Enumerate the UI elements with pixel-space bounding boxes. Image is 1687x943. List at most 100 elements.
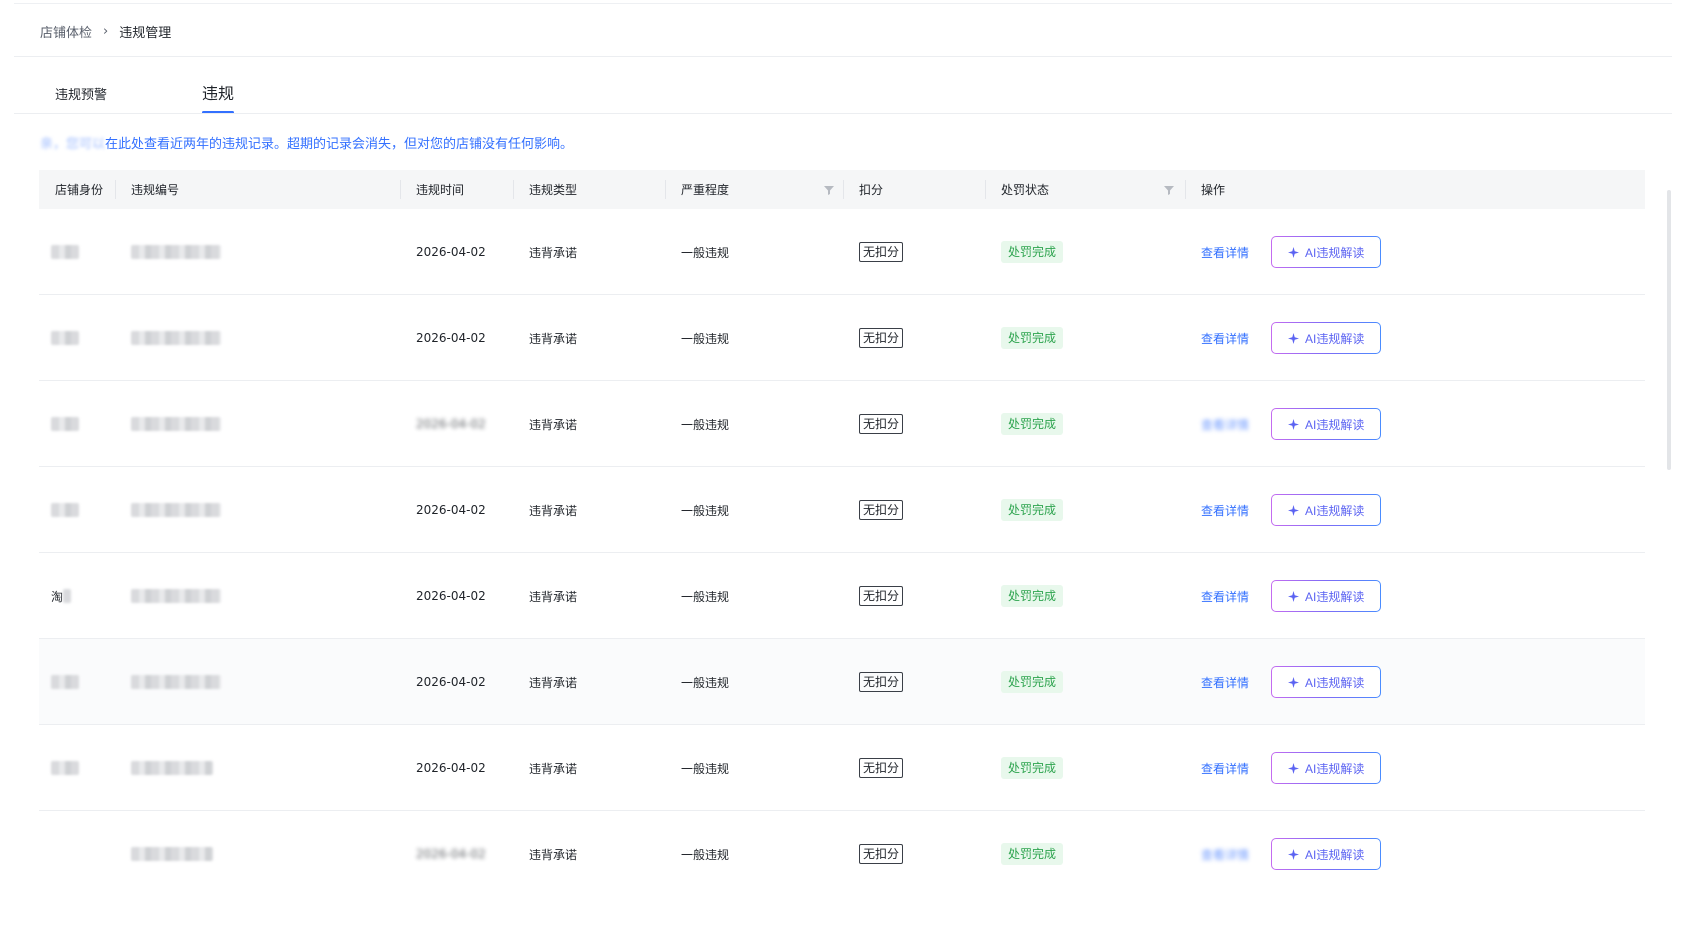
deduct-badge: 无扣分 bbox=[859, 672, 904, 692]
cell-status: 处罚完成 bbox=[1001, 553, 1064, 639]
cell-violation-time: 2026-04-02 bbox=[416, 589, 486, 603]
col-violation-type: 违规类型 bbox=[513, 170, 665, 209]
view-detail-link[interactable]: 查看详情 bbox=[1201, 502, 1249, 519]
tab-violation-warning[interactable]: 违规预警 bbox=[55, 80, 202, 114]
cell-actions: 查看详情 AI违规解读 bbox=[1201, 553, 1381, 639]
cell-actions: 查看详情 AI违规解读 bbox=[1201, 811, 1381, 897]
col-actions: 操作 bbox=[1185, 170, 1645, 209]
breadcrumb-divider bbox=[14, 56, 1672, 57]
notice-text: 在此处查看近两年的违规记录。超期的记录会消失，但对您的店铺没有任何影响。 bbox=[105, 137, 574, 152]
col-shop-identity: 店铺身份 bbox=[55, 183, 104, 197]
ai-interpret-button[interactable]: AI违规解读 bbox=[1271, 494, 1381, 526]
cell-shop-identity bbox=[51, 725, 79, 811]
cell-violation-time: 2026-04-02 bbox=[416, 417, 486, 431]
cell-deduct: 无扣分 bbox=[859, 639, 904, 725]
cell-severity: 一般违规 bbox=[681, 761, 730, 776]
cell-violation-id bbox=[131, 467, 221, 553]
col-severity: 严重程度 bbox=[665, 170, 843, 209]
status-badge: 处罚完成 bbox=[1001, 585, 1064, 607]
cell-actions: 查看详情 AI违规解读 bbox=[1201, 467, 1381, 553]
cell-actions: 查看详情 AI违规解读 bbox=[1201, 295, 1381, 381]
cell-violation-time: 2026-04-02 bbox=[416, 245, 486, 259]
view-detail-link[interactable]: 查看详情 bbox=[1201, 244, 1249, 261]
cell-deduct: 无扣分 bbox=[859, 553, 904, 639]
sparkle-icon bbox=[1288, 246, 1300, 258]
cell-status: 处罚完成 bbox=[1001, 295, 1064, 381]
ai-interpret-button[interactable]: AI违规解读 bbox=[1271, 408, 1381, 440]
cell-deduct: 无扣分 bbox=[859, 725, 904, 811]
cell-deduct: 无扣分 bbox=[859, 811, 904, 897]
view-detail-link[interactable]: 查看详情 bbox=[1201, 674, 1249, 691]
filter-icon[interactable] bbox=[1163, 184, 1175, 196]
ai-interpret-button[interactable]: AI违规解读 bbox=[1271, 580, 1381, 612]
filter-icon[interactable] bbox=[823, 184, 835, 196]
cell-shop-identity: 淘 bbox=[51, 553, 72, 639]
chevron-right-icon: › bbox=[103, 23, 109, 39]
table-header: 店铺身份 违规编号 违规时间 违规类型 严重程度 扣分 处罚状态 操作 bbox=[39, 170, 1645, 209]
ai-interpret-button[interactable]: AI违规解读 bbox=[1271, 752, 1381, 784]
view-detail-link[interactable]: 查看详情 bbox=[1201, 330, 1249, 347]
status-badge: 处罚完成 bbox=[1001, 499, 1064, 521]
view-detail-link[interactable]: 查看详情 bbox=[1201, 760, 1249, 777]
notice-prefix: 亲，您可以 bbox=[40, 137, 106, 152]
cell-violation-type: 违背承诺 bbox=[529, 417, 578, 432]
breadcrumb: 店铺体检 › 违规管理 bbox=[40, 20, 171, 42]
ai-interpret-button[interactable]: AI违规解读 bbox=[1271, 322, 1381, 354]
tab-bar: 违规预警 违规 bbox=[55, 80, 235, 114]
cell-status: 处罚完成 bbox=[1001, 209, 1064, 295]
sparkle-icon bbox=[1288, 504, 1300, 516]
cell-violation-id bbox=[131, 725, 213, 811]
cell-severity: 一般违规 bbox=[681, 245, 730, 260]
cell-deduct: 无扣分 bbox=[859, 295, 904, 381]
breadcrumb-current: 违规管理 bbox=[119, 25, 172, 41]
status-badge: 处罚完成 bbox=[1001, 757, 1064, 779]
vertical-scrollbar[interactable] bbox=[1667, 190, 1671, 470]
cell-severity: 一般违规 bbox=[681, 675, 730, 690]
ai-interpret-button[interactable]: AI违规解读 bbox=[1271, 838, 1381, 870]
cell-severity: 一般违规 bbox=[681, 417, 730, 432]
view-detail-link[interactable]: 查看详情 bbox=[1201, 588, 1249, 605]
violation-table: 店铺身份 违规编号 违规时间 违规类型 严重程度 扣分 处罚状态 操作 2026… bbox=[39, 170, 1645, 897]
col-penalty-status: 处罚状态 bbox=[985, 170, 1185, 209]
cell-actions: 查看详情 AI违规解读 bbox=[1201, 381, 1381, 467]
cell-status: 处罚完成 bbox=[1001, 467, 1064, 553]
cell-violation-id bbox=[131, 811, 213, 897]
col-deduct: 扣分 bbox=[843, 170, 985, 209]
deduct-badge: 无扣分 bbox=[859, 844, 904, 864]
cell-deduct: 无扣分 bbox=[859, 209, 904, 295]
top-divider bbox=[14, 3, 1672, 4]
cell-violation-type: 违背承诺 bbox=[529, 847, 578, 862]
sparkle-icon bbox=[1288, 590, 1300, 602]
deduct-badge: 无扣分 bbox=[859, 414, 904, 434]
table-row: 2026-04-02 违背承诺 一般违规 无扣分 处罚完成 查看详情 AI违规解… bbox=[39, 639, 1645, 725]
cell-severity: 一般违规 bbox=[681, 847, 730, 862]
status-badge: 处罚完成 bbox=[1001, 843, 1064, 865]
col-violation-id: 违规编号 bbox=[115, 170, 400, 209]
table-row: 2026-04-02 违背承诺 一般违规 无扣分 处罚完成 查看详情 AI违规解… bbox=[39, 811, 1645, 897]
view-detail-link[interactable]: 查看详情 bbox=[1201, 416, 1249, 433]
sparkle-icon bbox=[1288, 418, 1300, 430]
status-badge: 处罚完成 bbox=[1001, 671, 1064, 693]
cell-status: 处罚完成 bbox=[1001, 381, 1064, 467]
breadcrumb-parent-link[interactable]: 店铺体检 bbox=[40, 22, 92, 41]
cell-violation-type: 违背承诺 bbox=[529, 331, 578, 346]
cell-violation-time: 2026-04-02 bbox=[416, 761, 486, 775]
ai-interpret-button[interactable]: AI违规解读 bbox=[1271, 236, 1381, 268]
status-badge: 处罚完成 bbox=[1001, 327, 1064, 349]
cell-status: 处罚完成 bbox=[1001, 725, 1064, 811]
ai-interpret-button[interactable]: AI违规解读 bbox=[1271, 666, 1381, 698]
tab-violation[interactable]: 违规 bbox=[202, 80, 235, 114]
cell-shop-identity bbox=[51, 381, 79, 467]
view-detail-link[interactable]: 查看详情 bbox=[1201, 846, 1249, 863]
cell-deduct: 无扣分 bbox=[859, 467, 904, 553]
sparkle-icon bbox=[1288, 848, 1300, 860]
table-body: 2026-04-02 违背承诺 一般违规 无扣分 处罚完成 查看详情 AI违规解… bbox=[39, 209, 1645, 897]
table-row: 2026-04-02 违背承诺 一般违规 无扣分 处罚完成 查看详情 AI违规解… bbox=[39, 209, 1645, 295]
cell-shop-identity bbox=[51, 209, 79, 295]
status-badge: 处罚完成 bbox=[1001, 413, 1064, 435]
cell-violation-type: 违背承诺 bbox=[529, 589, 578, 604]
cell-violation-type: 违背承诺 bbox=[529, 245, 578, 260]
cell-violation-id bbox=[131, 553, 221, 639]
cell-deduct: 无扣分 bbox=[859, 381, 904, 467]
deduct-badge: 无扣分 bbox=[859, 500, 904, 520]
